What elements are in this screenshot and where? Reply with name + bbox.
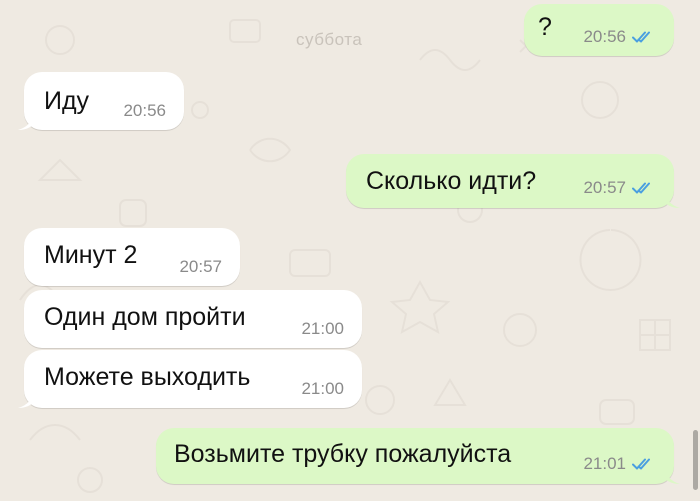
message-text: Один дом пройти [44,303,246,331]
message-bubble-incoming[interactable]: Иду 20:56 [18,72,184,130]
bubble-tail [18,112,34,130]
message-time: 21:00 [301,379,344,398]
message-bubble-incoming[interactable]: Можете выходить 21:00 [18,350,362,408]
message-time: 20:57 [179,257,222,276]
message-text: Сколько идти? [366,167,537,195]
message-text: Можете выходить [44,363,251,391]
message-text: ? [538,13,552,41]
double-check-icon [632,182,650,194]
message-time: 20:57 [583,178,626,197]
message-meta: 20:56 [123,101,166,121]
message-meta: 20:57 [583,178,656,198]
bubble-tail [664,466,680,484]
message-text: Возьмите трубку пожалуйста [174,440,512,468]
bubble-tail [664,190,680,208]
scrollbar[interactable] [693,430,698,490]
date-separator: суббота [296,30,363,49]
message-time: 21:00 [301,319,344,338]
message-meta: 21:00 [301,319,344,339]
message-time: 20:56 [123,101,166,120]
double-check-icon [632,458,650,470]
message-time: 20:56 [583,27,626,46]
double-check-icon [632,31,650,43]
message-meta: 21:01 [583,454,656,474]
message-text: Минут 2 [44,241,138,269]
message-meta: 21:00 [301,379,344,399]
message-bubble-incoming[interactable]: Один дом пройти 21:00 [24,290,362,348]
message-meta: 20:56 [583,27,656,47]
message-bubble-incoming[interactable]: Минут 2 20:57 [24,228,240,286]
bubble-tail [18,390,34,408]
message-text: Иду [44,87,90,115]
message-time: 21:01 [583,454,626,473]
message-bubble-outgoing[interactable]: Сколько идти? 20:57 [346,154,680,208]
message-meta: 20:57 [179,257,222,277]
message-bubble-outgoing[interactable]: Возьмите трубку пожалуйста 21:01 [156,428,680,484]
message-bubble-outgoing[interactable]: ? 20:56 [524,4,674,56]
